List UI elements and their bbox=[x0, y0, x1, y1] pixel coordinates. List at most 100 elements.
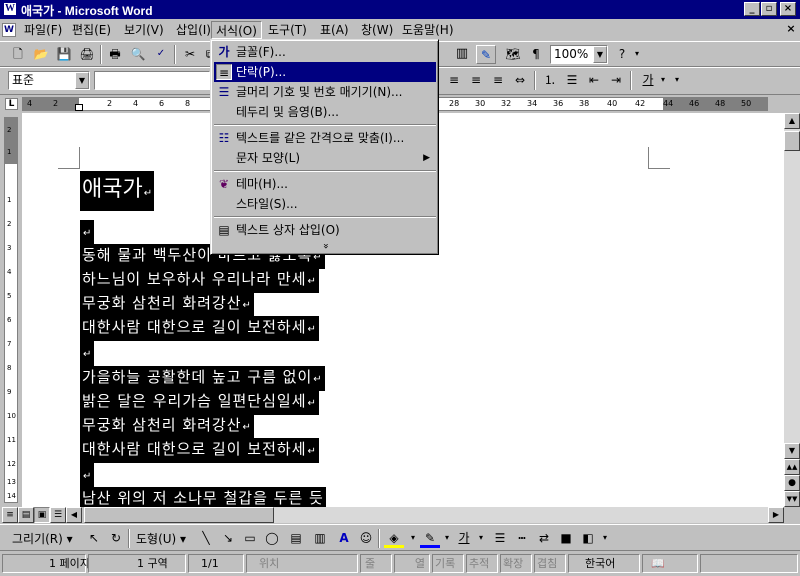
status-overtype[interactable]: 겹침 bbox=[534, 554, 566, 573]
drawing-icon[interactable]: ✎ bbox=[476, 45, 496, 64]
outline-view-icon[interactable]: ☰ bbox=[50, 507, 66, 523]
scroll-thumb[interactable] bbox=[784, 131, 800, 151]
align-left-icon[interactable]: ≡ bbox=[444, 71, 464, 90]
document-line[interactable]: 대한사람 대한으로 길이 보전하세↵ bbox=[80, 438, 319, 463]
new-document-icon[interactable]: 🗋 bbox=[8, 45, 28, 64]
close-button[interactable]: × bbox=[780, 2, 796, 16]
expand-menu-icon[interactable]: » bbox=[214, 239, 436, 253]
minimize-button[interactable]: _ bbox=[744, 2, 760, 16]
browse-object-icon[interactable]: ● bbox=[784, 475, 800, 491]
menu-edit[interactable]: 편집(E) bbox=[68, 21, 115, 39]
line-color-icon[interactable]: ✎ bbox=[420, 529, 440, 548]
menu-file[interactable]: 파일(F) bbox=[20, 21, 66, 39]
zoom-dropdown-icon[interactable]: ▼ bbox=[593, 46, 607, 63]
print-preview-icon[interactable]: 🔍 bbox=[128, 45, 148, 64]
wordart-icon[interactable]: A bbox=[334, 529, 354, 548]
menu-item-font[interactable]: 가 글꼴(F)... bbox=[214, 42, 436, 62]
numbering-icon[interactable]: ⒈ bbox=[540, 71, 560, 90]
fill-color-dropdown-icon[interactable]: ▾ bbox=[408, 529, 418, 548]
help-icon[interactable]: ? bbox=[612, 45, 632, 64]
menu-item-insert-textbox[interactable]: ▤ 텍스트 상자 삽입(O) bbox=[214, 220, 436, 240]
vertical-scrollbar[interactable]: ▲ ▼ ▲▲ ● ▼▼ bbox=[784, 113, 800, 507]
document-icon[interactable]: W bbox=[2, 23, 16, 37]
toolbar-options-icon[interactable]: ▾ bbox=[600, 529, 610, 548]
status-extend[interactable]: 확장 bbox=[500, 554, 532, 573]
menu-item-character-shape[interactable]: 문자 모양(L) ▶ bbox=[214, 148, 436, 168]
document-map-icon[interactable]: 🗺 bbox=[503, 45, 523, 64]
document-line[interactable]: ↵ bbox=[80, 220, 94, 245]
line-style-icon[interactable]: ☰ bbox=[490, 529, 510, 548]
document-line[interactable]: 남산 위의 저 소나무 철갑을 두른 듯 bbox=[80, 487, 326, 507]
fill-color-icon[interactable]: ◈ bbox=[384, 529, 404, 548]
document-line[interactable]: 밝은 달은 우리가슴 일편단심일세↵ bbox=[80, 390, 319, 415]
arrow-style-icon[interactable]: ⇄ bbox=[534, 529, 554, 548]
align-center-icon[interactable]: ≡ bbox=[466, 71, 486, 90]
print-icon[interactable]: 🖶 bbox=[105, 45, 125, 64]
clip-art-icon[interactable]: ☺ bbox=[356, 529, 376, 548]
menu-item-borders[interactable]: 테두리 및 음영(B)... bbox=[214, 102, 436, 122]
menu-item-style[interactable]: 스타일(S)... bbox=[214, 194, 436, 214]
horizontal-scroll-track[interactable] bbox=[84, 507, 784, 523]
show-formatting-icon[interactable]: ¶ bbox=[526, 45, 546, 64]
zoom-select[interactable]: 100% ▼ bbox=[550, 45, 608, 64]
text-box-icon[interactable]: ▤ bbox=[286, 529, 306, 548]
document-line[interactable]: 대한사람 대한으로 길이 보전하세↵ bbox=[80, 316, 319, 341]
font-select[interactable] bbox=[94, 71, 210, 90]
document-title[interactable]: 애국가↵ bbox=[80, 171, 155, 211]
toolbar-options-icon[interactable]: ▾ bbox=[672, 71, 682, 90]
toolbar-options-icon[interactable]: ▾ bbox=[632, 45, 642, 64]
shadow-icon[interactable]: ■ bbox=[556, 529, 576, 548]
bullets-icon[interactable]: ☰ bbox=[562, 71, 582, 90]
line-color-dropdown-icon[interactable]: ▾ bbox=[442, 529, 452, 548]
web-layout-icon[interactable]: ▤ bbox=[18, 507, 34, 523]
normal-view-icon[interactable]: ≡ bbox=[2, 507, 18, 523]
status-record[interactable]: 기록 bbox=[432, 554, 464, 573]
arrow-icon[interactable]: ↘ bbox=[218, 529, 238, 548]
rectangle-icon[interactable]: ▭ bbox=[240, 529, 260, 548]
font-color-dropdown-icon[interactable]: ▾ bbox=[476, 529, 486, 548]
3d-icon[interactable]: ◧ bbox=[578, 529, 598, 548]
oval-icon[interactable]: ◯ bbox=[262, 529, 282, 548]
scroll-down-icon[interactable]: ▼ bbox=[784, 443, 800, 459]
menu-item-theme[interactable]: ❦ 테마(H)... bbox=[214, 174, 436, 194]
menu-item-paragraph[interactable]: ≡ 단락(P)... bbox=[214, 62, 436, 82]
font-color-dropdown-icon[interactable]: ▾ bbox=[658, 71, 668, 90]
next-page-icon[interactable]: ▼▼ bbox=[784, 491, 800, 507]
free-rotate-icon[interactable]: ↻ bbox=[106, 529, 126, 548]
menu-item-distribute[interactable]: ☷ 텍스트를 같은 간격으로 맞춤(I)... bbox=[214, 128, 436, 148]
maximize-button[interactable]: ▫ bbox=[761, 2, 777, 16]
print-layout-icon[interactable]: ▣ bbox=[34, 507, 50, 523]
scroll-right-icon[interactable]: ▶ bbox=[768, 507, 784, 523]
previous-page-icon[interactable]: ▲▲ bbox=[784, 459, 800, 475]
document-line[interactable]: ↵ bbox=[80, 341, 94, 366]
vertical-text-box-icon[interactable]: ▥ bbox=[310, 529, 330, 548]
menu-format[interactable]: 서식(O) bbox=[211, 21, 262, 39]
font-color-icon[interactable]: 가 bbox=[638, 71, 658, 90]
document-line[interactable]: 가을하늘 공활한데 높고 구름 없이↵ bbox=[80, 366, 325, 391]
draw-menu-button[interactable]: 그리기(R) ▾ bbox=[12, 530, 73, 547]
document-line[interactable]: ↵ bbox=[80, 463, 94, 488]
menu-table[interactable]: 표(A) bbox=[316, 21, 353, 39]
open-folder-icon[interactable]: 📂 bbox=[31, 45, 51, 64]
style-select[interactable]: 표준 ▼ bbox=[8, 71, 90, 90]
permission-icon[interactable]: 🖨 bbox=[77, 45, 97, 64]
menu-item-bullets[interactable]: ☰ 글머리 기호 및 번호 매기기(N)... bbox=[214, 82, 436, 102]
document-line[interactable]: 하느님이 보우하사 우리나라 만세↵ bbox=[80, 268, 319, 293]
increase-indent-icon[interactable]: ⇥ bbox=[606, 71, 626, 90]
document-line[interactable]: 무궁화 삼천리 화려강산↵ bbox=[80, 414, 254, 439]
decrease-indent-icon[interactable]: ⇤ bbox=[584, 71, 604, 90]
word-icon[interactable]: W bbox=[3, 2, 17, 16]
menu-insert[interactable]: 삽입(I) bbox=[172, 21, 215, 39]
cut-icon[interactable]: ✂ bbox=[180, 45, 200, 64]
indent-marker-icon[interactable] bbox=[75, 104, 83, 111]
menu-tools[interactable]: 도구(T) bbox=[264, 21, 311, 39]
document-line[interactable]: 무궁화 삼천리 화려강산↵ bbox=[80, 292, 254, 317]
scroll-left-icon[interactable]: ◀ bbox=[66, 507, 82, 523]
horizontal-scroll-thumb[interactable] bbox=[84, 507, 274, 523]
doc-close-icon[interactable]: × bbox=[784, 22, 798, 36]
tab-selector-icon[interactable]: L bbox=[5, 98, 18, 110]
line-icon[interactable]: ╲ bbox=[196, 529, 216, 548]
vruler-track[interactable]: 2 1 1 2 3 4 5 6 7 8 9 10 11 12 13 14 bbox=[4, 117, 18, 503]
status-language[interactable]: 한국어 bbox=[568, 554, 640, 573]
spelling-icon[interactable]: ✓ bbox=[151, 45, 171, 64]
